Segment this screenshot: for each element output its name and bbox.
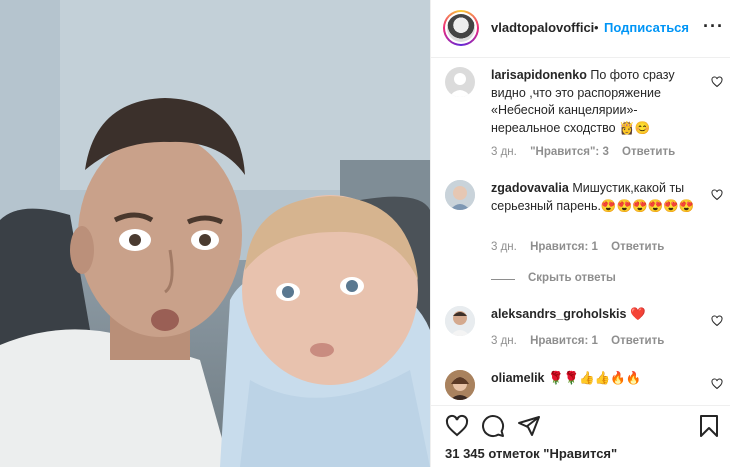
- reply-button[interactable]: Ответить: [611, 335, 664, 347]
- comment-avatar[interactable]: [445, 370, 475, 400]
- more-icon[interactable]: ···: [703, 16, 724, 37]
- heart-icon[interactable]: [445, 414, 469, 438]
- like-comment-heart-icon[interactable]: [711, 315, 723, 327]
- comment-avatar[interactable]: [445, 306, 475, 336]
- user-silhouette-icon: [449, 73, 471, 97]
- comment-age[interactable]: 3 дн.: [491, 241, 517, 253]
- comment-text: ❤️: [629, 307, 646, 321]
- author-username[interactable]: vladtopalovoffici: [491, 20, 594, 35]
- follow-button[interactable]: Подписаться: [604, 20, 689, 35]
- comment-body: oliamelik 🌹🌹👍👍🔥🔥: [491, 370, 707, 388]
- comment-age[interactable]: 3 дн.: [491, 146, 517, 158]
- hide-replies-button[interactable]: Скрыть ответы: [528, 272, 616, 284]
- post-side-panel: vladtopalovoffici • Подписаться ··· lari…: [430, 0, 730, 467]
- reply-button[interactable]: Ответить: [622, 146, 675, 158]
- comment-username[interactable]: larisapidonenko: [491, 68, 587, 82]
- comment-username[interactable]: aleksandrs_groholskis: [491, 307, 626, 321]
- comments-list[interactable]: larisapidonenko По фото сразу видно ,что…: [431, 59, 730, 405]
- avatar-photo-icon: [445, 370, 475, 400]
- comment-body: aleksandrs_groholskis ❤️: [491, 306, 707, 324]
- likes-count[interactable]: 31 345 отметок "Нравится": [445, 446, 617, 461]
- comment-meta: 3 дн. Нравится: 1 Ответить: [491, 335, 674, 347]
- comment-meta: 3 дн. Нравится: 1 Ответить: [491, 241, 674, 253]
- comment-age[interactable]: 3 дн.: [491, 335, 517, 347]
- comment-body: zgadovavalia Мишустик,какой ты серьезный…: [491, 180, 707, 215]
- comment-avatar-default[interactable]: [445, 67, 475, 97]
- comment-icon[interactable]: [481, 414, 505, 438]
- comment-likes[interactable]: Нравится: 1: [530, 241, 598, 253]
- avatar-photo-icon: [445, 180, 475, 210]
- avatar-photo-icon: [445, 306, 475, 336]
- comment-username[interactable]: oliamelik: [491, 371, 545, 385]
- post-actions: 31 345 отметок "Нравится": [431, 405, 730, 467]
- comment-likes[interactable]: Нравится: 1: [530, 335, 598, 347]
- share-icon[interactable]: [517, 414, 541, 438]
- comment-text: 🌹🌹👍👍🔥🔥: [547, 371, 642, 385]
- author-avatar[interactable]: [443, 10, 479, 46]
- like-comment-heart-icon[interactable]: [711, 76, 723, 88]
- bookmark-icon[interactable]: [697, 414, 721, 438]
- comment-username[interactable]: zgadovavalia: [491, 181, 569, 195]
- comment-likes[interactable]: "Нравится": 3: [530, 146, 609, 158]
- post-photo[interactable]: [0, 0, 430, 467]
- comment-avatar[interactable]: [445, 180, 475, 210]
- post-header: vladtopalovoffici • Подписаться ···: [431, 0, 730, 58]
- comment-body: larisapidonenko По фото сразу видно ,что…: [491, 67, 707, 137]
- like-comment-heart-icon[interactable]: [711, 189, 723, 201]
- hide-replies-line: [491, 279, 515, 280]
- separator-dot: •: [594, 20, 599, 35]
- post-photo-illustration: [0, 0, 430, 467]
- comment-meta: 3 дн. "Нравится": 3 Ответить: [491, 146, 685, 158]
- like-comment-heart-icon[interactable]: [711, 378, 723, 390]
- reply-button[interactable]: Ответить: [611, 241, 664, 253]
